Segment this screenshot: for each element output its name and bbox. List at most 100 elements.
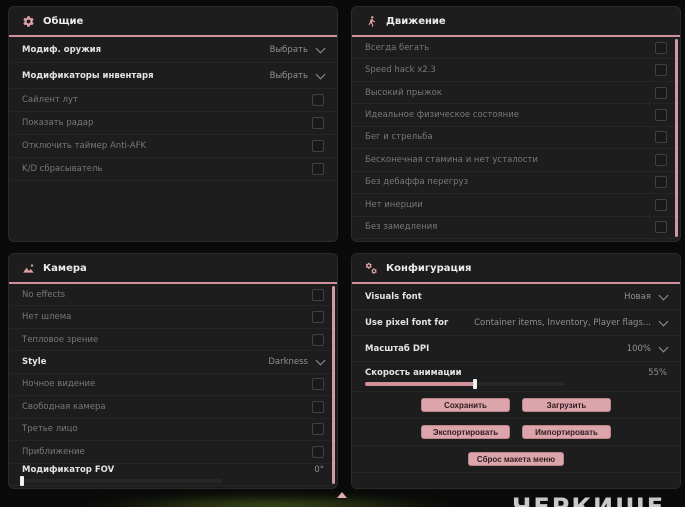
pixel-font-dropdown[interactable]: Container items, Inventory, Player flags… (474, 316, 669, 328)
row-fov-modifier: Модификатор FOV 0° (9, 464, 337, 487)
no-effects-checkbox[interactable] (312, 288, 324, 301)
load-button[interactable]: Загрузить (522, 398, 611, 412)
show-radar-checkbox[interactable] (312, 117, 324, 129)
row-label: Идеальное физическое состояние (365, 110, 519, 121)
third-person-checkbox[interactable] (312, 423, 324, 436)
no-slowdown-checkbox[interactable] (655, 221, 667, 234)
no-inertia-checkbox[interactable] (655, 198, 667, 211)
zoom-checkbox[interactable] (312, 445, 324, 458)
row-label: Тепловое зрение (22, 334, 99, 345)
row-free-camera[interactable]: Свободная камера (9, 396, 337, 419)
row-kd-reset[interactable]: K/D сбрасыватель (9, 158, 337, 181)
panel-config-header[interactable]: Конфигурация (352, 254, 680, 284)
button-row-reset: Сброс макета меню (352, 446, 680, 473)
row-visuals-font: Visuals font Новая (352, 284, 680, 310)
export-button[interactable]: Экспортировать (421, 425, 510, 439)
row-always-run[interactable]: Всегда бегать (352, 37, 680, 60)
resize-grip-icon (337, 492, 347, 498)
row-inventory-mods: Модификаторы инвентаря Выбрать (9, 63, 337, 89)
row-label: Сайлент лут (22, 95, 78, 105)
movement-scrollbar[interactable] (675, 39, 678, 237)
import-button[interactable]: Импортировать (522, 425, 611, 439)
always-run-checkbox[interactable] (655, 41, 667, 54)
silent-loot-checkbox[interactable] (312, 94, 324, 106)
image-icon (21, 261, 35, 275)
row-label: Нет инерции (365, 199, 423, 210)
row-run-and-shoot[interactable]: Бег и стрельба (352, 127, 680, 150)
mod-menu-screen: Общие Модиф. оружия Выбрать Модификаторы… (0, 0, 685, 507)
row-silent-loot[interactable]: Сайлент лут (9, 89, 337, 112)
infinite-stamina-checkbox[interactable] (655, 153, 667, 166)
chevron-down-icon (315, 355, 326, 366)
slider-handle[interactable] (20, 476, 24, 487)
row-weapon-mod: Модиф. оружия Выбрать (9, 37, 337, 63)
runner-icon (364, 14, 378, 28)
dpi-scale-dropdown[interactable]: 100% (626, 342, 669, 354)
row-no-inertia[interactable]: Нет инерции (352, 194, 680, 217)
row-no-effects[interactable]: No effects (9, 284, 337, 307)
run-and-shoot-checkbox[interactable] (655, 131, 667, 144)
panel-movement-header[interactable]: Движение (352, 7, 680, 37)
no-overload-checkbox[interactable] (655, 176, 667, 189)
night-vision-checkbox[interactable] (312, 378, 324, 391)
chevron-down-icon (658, 290, 669, 300)
dropdown-value: 100% (626, 343, 651, 354)
row-label: Масштаб DPI (365, 343, 430, 354)
panel-general-header[interactable]: Общие (9, 7, 337, 37)
gear-icon (21, 14, 35, 28)
thermal-vision-checkbox[interactable] (312, 333, 324, 346)
row-perfect-condition[interactable]: Идеальное физическое состояние (352, 104, 680, 127)
free-camera-checkbox[interactable] (312, 400, 324, 413)
fov-slider[interactable] (20, 476, 222, 487)
camera-scrollbar[interactable] (332, 286, 335, 484)
row-infinite-stamina[interactable]: Бесконечная стамина и нет усталости (352, 149, 680, 172)
panel-camera-header[interactable]: Камера (9, 254, 337, 284)
perfect-condition-checkbox[interactable] (655, 109, 667, 122)
animation-speed-slider[interactable] (365, 378, 565, 389)
chevron-down-icon (315, 43, 326, 53)
row-label: Высокий прыжок (365, 87, 442, 98)
row-high-jump[interactable]: Высокий прыжок (352, 82, 680, 105)
row-zoom[interactable]: Приближение (9, 441, 337, 464)
game-background: ЧЕРКИШЕ (0, 489, 685, 507)
row-label: Всегда бегать (365, 42, 430, 53)
inventory-mods-dropdown[interactable]: Выбрать (269, 69, 326, 81)
row-style: Style Darkness (9, 351, 337, 374)
antiafk-checkbox[interactable] (312, 140, 324, 152)
dropdown-value: Container items, Inventory, Player flags… (474, 317, 651, 328)
row-third-person[interactable]: Третье лицо (9, 419, 337, 442)
panel-title: Движение (386, 15, 446, 27)
row-no-slowdown[interactable]: Без замедления (352, 217, 680, 239)
row-show-radar[interactable]: Показать радар (9, 112, 337, 135)
row-night-vision[interactable]: Ночное видение (9, 374, 337, 397)
row-label: Style (22, 357, 47, 368)
row-label: Модификаторы инвентаря (22, 70, 154, 81)
style-dropdown[interactable]: Darkness (268, 355, 326, 367)
row-speed-hack[interactable]: Speed hack x2.3 (352, 59, 680, 82)
kd-reset-checkbox[interactable] (312, 163, 324, 175)
row-no-helmet[interactable]: Нет шлема (9, 306, 337, 329)
row-label: Бесконечная стамина и нет усталости (365, 154, 539, 165)
row-label: Модификатор FOV (22, 465, 115, 476)
row-disable-antiafk[interactable]: Отключить таймер Anti-AFK (9, 135, 337, 158)
slider-handle[interactable] (473, 378, 477, 389)
animation-speed-value: 55% (648, 367, 667, 378)
reset-layout-button[interactable]: Сброс макета меню (467, 452, 565, 466)
button-row-save-load: Сохранить Загрузить (352, 392, 680, 419)
no-helmet-checkbox[interactable] (312, 311, 324, 324)
row-no-overload-debuff[interactable]: Без дебаффа перегруз (352, 172, 680, 195)
slider-fill (365, 378, 477, 389)
panel-movement: Движение Всегда бегать Speed hack x2.3 В… (351, 6, 681, 242)
panel-config: Конфигурация Visuals font Новая Use pixe… (351, 253, 681, 489)
row-animation-speed: Скорость анимации 55% (352, 362, 680, 392)
save-button[interactable]: Сохранить (421, 398, 510, 412)
row-label: Ночное видение (22, 379, 96, 390)
panel-movement-body: Всегда бегать Speed hack x2.3 Высокий пр… (352, 37, 680, 239)
weapon-mod-dropdown[interactable]: Выбрать (270, 43, 326, 55)
row-thermal-vision[interactable]: Тепловое зрение (9, 329, 337, 352)
chevron-down-icon (658, 316, 669, 326)
visuals-font-dropdown[interactable]: Новая (624, 290, 669, 302)
high-jump-checkbox[interactable] (655, 86, 667, 99)
dropdown-value: Выбрать (269, 70, 308, 81)
speed-hack-checkbox[interactable] (655, 64, 667, 77)
